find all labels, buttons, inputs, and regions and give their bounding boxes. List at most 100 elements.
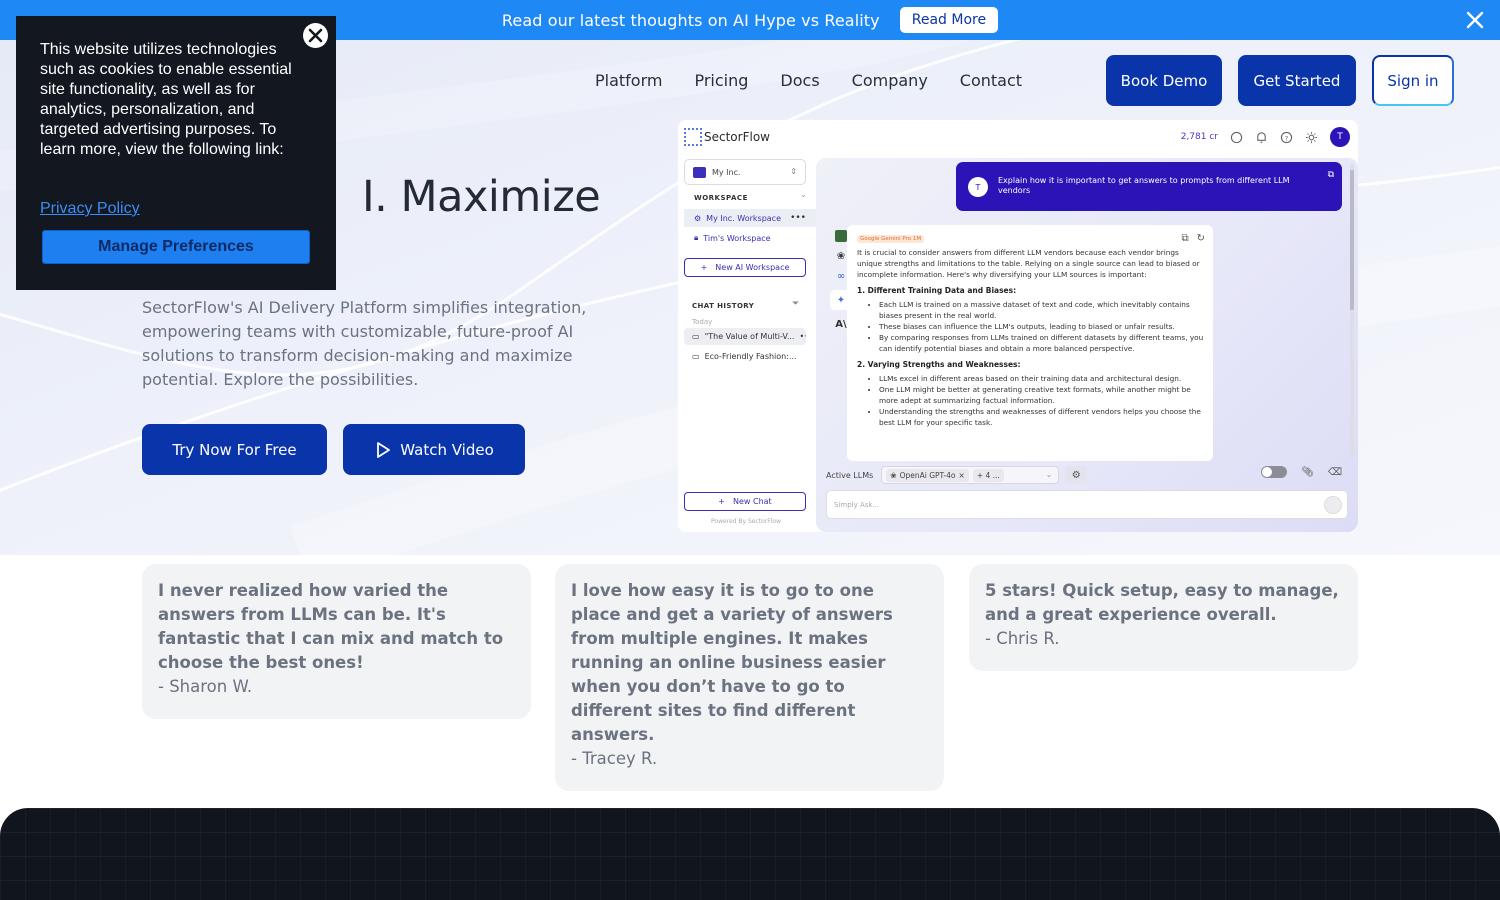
user-avatar[interactable]: T: [1330, 127, 1350, 147]
plus-icon: +: [718, 497, 725, 506]
filter-icon[interactable]: ⏷: [792, 299, 799, 309]
nav-docs[interactable]: Docs: [780, 71, 819, 90]
testimonial-quote: I never realized how varied the answers …: [158, 581, 504, 672]
sun-icon[interactable]: [1305, 131, 1318, 144]
privacy-policy-link[interactable]: Privacy Policy: [40, 200, 140, 218]
model-icon-anthropic[interactable]: A\: [835, 318, 847, 330]
answer-bullet: One LLM might be better at generating cr…: [879, 384, 1205, 406]
testimonial-quote: 5 stars! Quick setup, easy to manage, an…: [985, 581, 1339, 624]
hero-description: SectorFlow's AI Delivery Platform simpli…: [142, 298, 587, 389]
testimonial-author: - Tracey R.: [571, 749, 658, 768]
nav-pricing[interactable]: Pricing: [694, 71, 748, 90]
answer-actions: ⧉ ↻: [1181, 233, 1205, 244]
credits-count: 2,781 cr: [1180, 132, 1218, 142]
send-button[interactable]: [1324, 496, 1342, 514]
answer-heading: 1. Different Training Data and Biases:: [857, 286, 1017, 295]
chat-panel: T Explain how it is important to get ans…: [816, 158, 1358, 532]
ask-placeholder: Simply Ask...: [834, 500, 880, 509]
model-tag: Google Gemini Pro 1M: [857, 235, 925, 243]
manage-preferences-button[interactable]: Manage Preferences: [42, 230, 310, 264]
workspace-item[interactable]: 🔒︎ Tim's Workspace: [684, 229, 816, 247]
new-chat-button[interactable]: + New Chat: [684, 492, 806, 511]
eraser-icon[interactable]: ⌫: [1328, 467, 1342, 478]
prompt-avatar: T: [968, 177, 988, 197]
dark-grid-section: [0, 808, 1500, 900]
answer-list: Each LLM is trained on a massive dataset…: [857, 299, 1205, 354]
try-now-button[interactable]: Try Now For Free: [142, 424, 327, 475]
model-icon-openai[interactable]: ❀: [835, 250, 847, 262]
workspace-item[interactable]: ⚙ My Inc. Workspace •••: [684, 209, 816, 227]
user-prompt: T Explain how it is important to get ans…: [956, 162, 1342, 211]
answer-bullet: LLMs excel in different areas based on t…: [879, 373, 1205, 384]
prompt-text: Explain how it is important to get answe…: [998, 176, 1290, 195]
answer-intro: It is crucial to consider answers from d…: [857, 248, 1200, 279]
openai-icon: ❀: [890, 470, 897, 480]
book-demo-button[interactable]: Book Demo: [1106, 55, 1222, 106]
gear-icon: ⚙: [1071, 469, 1081, 481]
get-started-button[interactable]: Get Started: [1238, 55, 1356, 106]
workspace-icon: ⚙: [694, 213, 702, 223]
powered-by: Powered By SectorFlow: [711, 518, 781, 525]
testimonial-card: I love how easy it is to go to one place…: [555, 564, 944, 791]
more-llms-chip: + 4 ...: [972, 468, 1004, 482]
chat-history-item[interactable]: ▭ "The Value of Multi-V... •••: [684, 328, 806, 345]
more-icon[interactable]: •••: [799, 332, 806, 341]
chevron-updown-icon: ⇕: [790, 167, 797, 176]
app-logo: SectorFlow: [684, 128, 770, 146]
refresh-icon[interactable]: ↻: [1197, 233, 1205, 244]
copy-icon[interactable]: ⧉: [1328, 170, 1334, 180]
testimonial-author: - Chris R.: [985, 629, 1060, 648]
message-icon: ▭: [692, 352, 700, 361]
close-icon[interactable]: [1464, 9, 1486, 31]
testimonial-quote: I love how easy it is to go to one place…: [571, 581, 893, 744]
copy-icon[interactable]: ⧉: [1181, 233, 1188, 244]
llm-select[interactable]: ❀ OpenAi GPT-4o × + 4 ... ⌄: [881, 466, 1060, 484]
chat-history-item[interactable]: ▭ Eco-Friendly Fashion:...: [684, 348, 806, 365]
answer-heading: 2. Varying Strengths and Weaknesses:: [857, 360, 1021, 369]
model-icon-mistral[interactable]: [835, 230, 847, 242]
app-top-actions: 2,781 cr ? T: [1181, 127, 1350, 147]
answer-card: Google Gemini Pro 1M ⧉ ↻ It is crucial t…: [847, 225, 1213, 461]
answer-list: LLMs excel in different areas based on t…: [857, 373, 1205, 428]
watch-video-label: Watch Video: [400, 440, 494, 459]
org-selector[interactable]: My Inc. ⇕: [684, 159, 806, 185]
cookie-banner: This website utilizes technologies such …: [16, 16, 336, 290]
new-workspace-button[interactable]: + New AI Workspace: [684, 258, 806, 277]
paperclip-icon[interactable]: 📎︎: [1301, 467, 1314, 478]
sectorflow-logo-icon: [684, 128, 702, 146]
nav-platform[interactable]: Platform: [595, 71, 662, 90]
chat-scrollbar[interactable]: [1350, 164, 1354, 459]
watch-video-button[interactable]: Watch Video: [343, 424, 525, 475]
scrollbar-thumb[interactable]: [1350, 170, 1354, 310]
main-nav: Platform Pricing Docs Company Contact: [595, 55, 1022, 105]
cookie-text: This website utilizes technologies such …: [40, 41, 292, 158]
chevron-down-icon: ⌄: [1045, 470, 1053, 479]
plus-icon: +: [700, 263, 708, 272]
sign-in-button[interactable]: Sign in: [1372, 55, 1454, 106]
chevron-down-icon[interactable]: ⌄: [800, 190, 807, 199]
remove-icon[interactable]: ×: [959, 471, 965, 480]
answer-bullet: Understanding the strengths and weakness…: [879, 406, 1205, 428]
svg-text:?: ?: [1285, 134, 1288, 142]
model-icon-meta[interactable]: ∞: [835, 270, 847, 282]
settings-button[interactable]: ⚙: [1065, 466, 1088, 484]
answer-bullet: Each LLM is trained on a massive dataset…: [879, 299, 1205, 321]
read-more-button[interactable]: Read More: [899, 7, 999, 33]
answer-bullet: By comparing responses from LLMs trained…: [879, 332, 1205, 354]
bell-icon[interactable]: [1255, 131, 1268, 144]
more-icon[interactable]: •••: [790, 213, 806, 223]
today-label: Today: [692, 318, 713, 326]
message-icon: ▭: [692, 332, 700, 341]
workspace-label: WORKSPACE: [694, 194, 748, 202]
testimonial-card: 5 stars! Quick setup, easy to manage, an…: [969, 564, 1358, 671]
nav-contact[interactable]: Contact: [960, 71, 1022, 90]
answer-bullet: These biases can influence the LLM's out…: [879, 321, 1205, 332]
chat-history-label: CHAT HISTORY: [692, 302, 755, 310]
nav-company[interactable]: Company: [852, 71, 928, 90]
app-preview: SectorFlow 2,781 cr ? T My Inc. ⇕ WORKSP…: [678, 120, 1358, 532]
lock-icon: 🔒︎: [694, 233, 699, 242]
chat-icon[interactable]: [1230, 131, 1243, 144]
help-icon[interactable]: ?: [1280, 131, 1293, 144]
toggle-switch[interactable]: [1261, 466, 1288, 478]
ask-input[interactable]: Simply Ask...: [826, 490, 1348, 519]
